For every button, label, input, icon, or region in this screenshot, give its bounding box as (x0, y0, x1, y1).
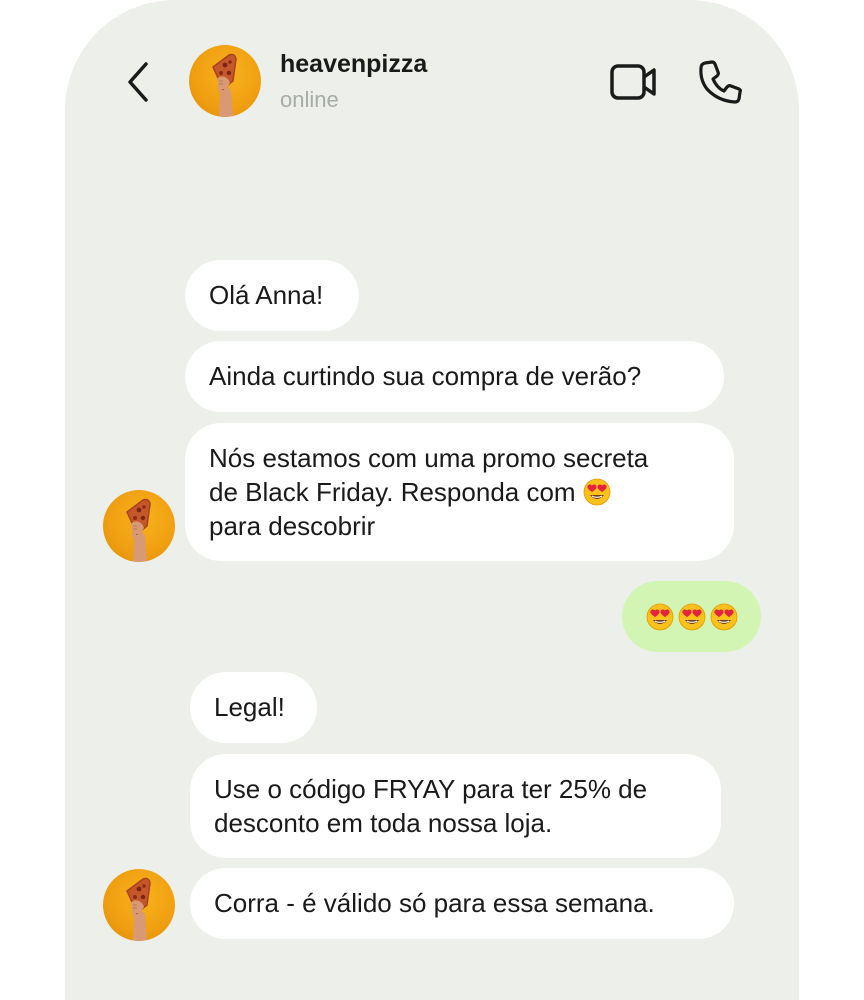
back-button[interactable] (124, 60, 154, 104)
message-text: para descobrir (209, 511, 376, 541)
sender-avatar[interactable] (103, 490, 175, 562)
pizza-hand-icon (103, 490, 175, 562)
sender-avatar[interactable] (103, 869, 175, 941)
chevron-left-icon (128, 62, 148, 102)
contact-name[interactable]: heavenpizza (280, 50, 427, 79)
heart-eyes-emoji (710, 603, 738, 631)
heart-eyes-emoji (583, 478, 611, 506)
received-message[interactable]: Ainda curtindo sua compra de verão? (185, 341, 724, 412)
pizza-hand-icon (189, 45, 261, 117)
contact-avatar[interactable] (189, 45, 261, 117)
received-message[interactable]: Legal! (190, 672, 317, 743)
received-message[interactable]: Olá Anna! (185, 260, 359, 331)
phone-icon (699, 60, 742, 104)
heart-eyes-emoji (646, 603, 674, 631)
contact-status: online (280, 87, 339, 112)
heart-eyes-emoji (678, 603, 706, 631)
received-message[interactable]: Use o código FRYAY para ter 25% de desco… (190, 754, 721, 858)
voice-call-button[interactable] (696, 58, 744, 106)
sent-message[interactable] (622, 581, 761, 652)
pizza-hand-icon (103, 869, 175, 941)
received-message[interactable]: Corra - é válido só para essa semana. (190, 868, 734, 939)
video-call-button[interactable] (608, 60, 658, 104)
video-camera-icon (610, 64, 656, 100)
received-message[interactable]: Nós estamos com uma promo secreta de Bla… (185, 423, 734, 561)
